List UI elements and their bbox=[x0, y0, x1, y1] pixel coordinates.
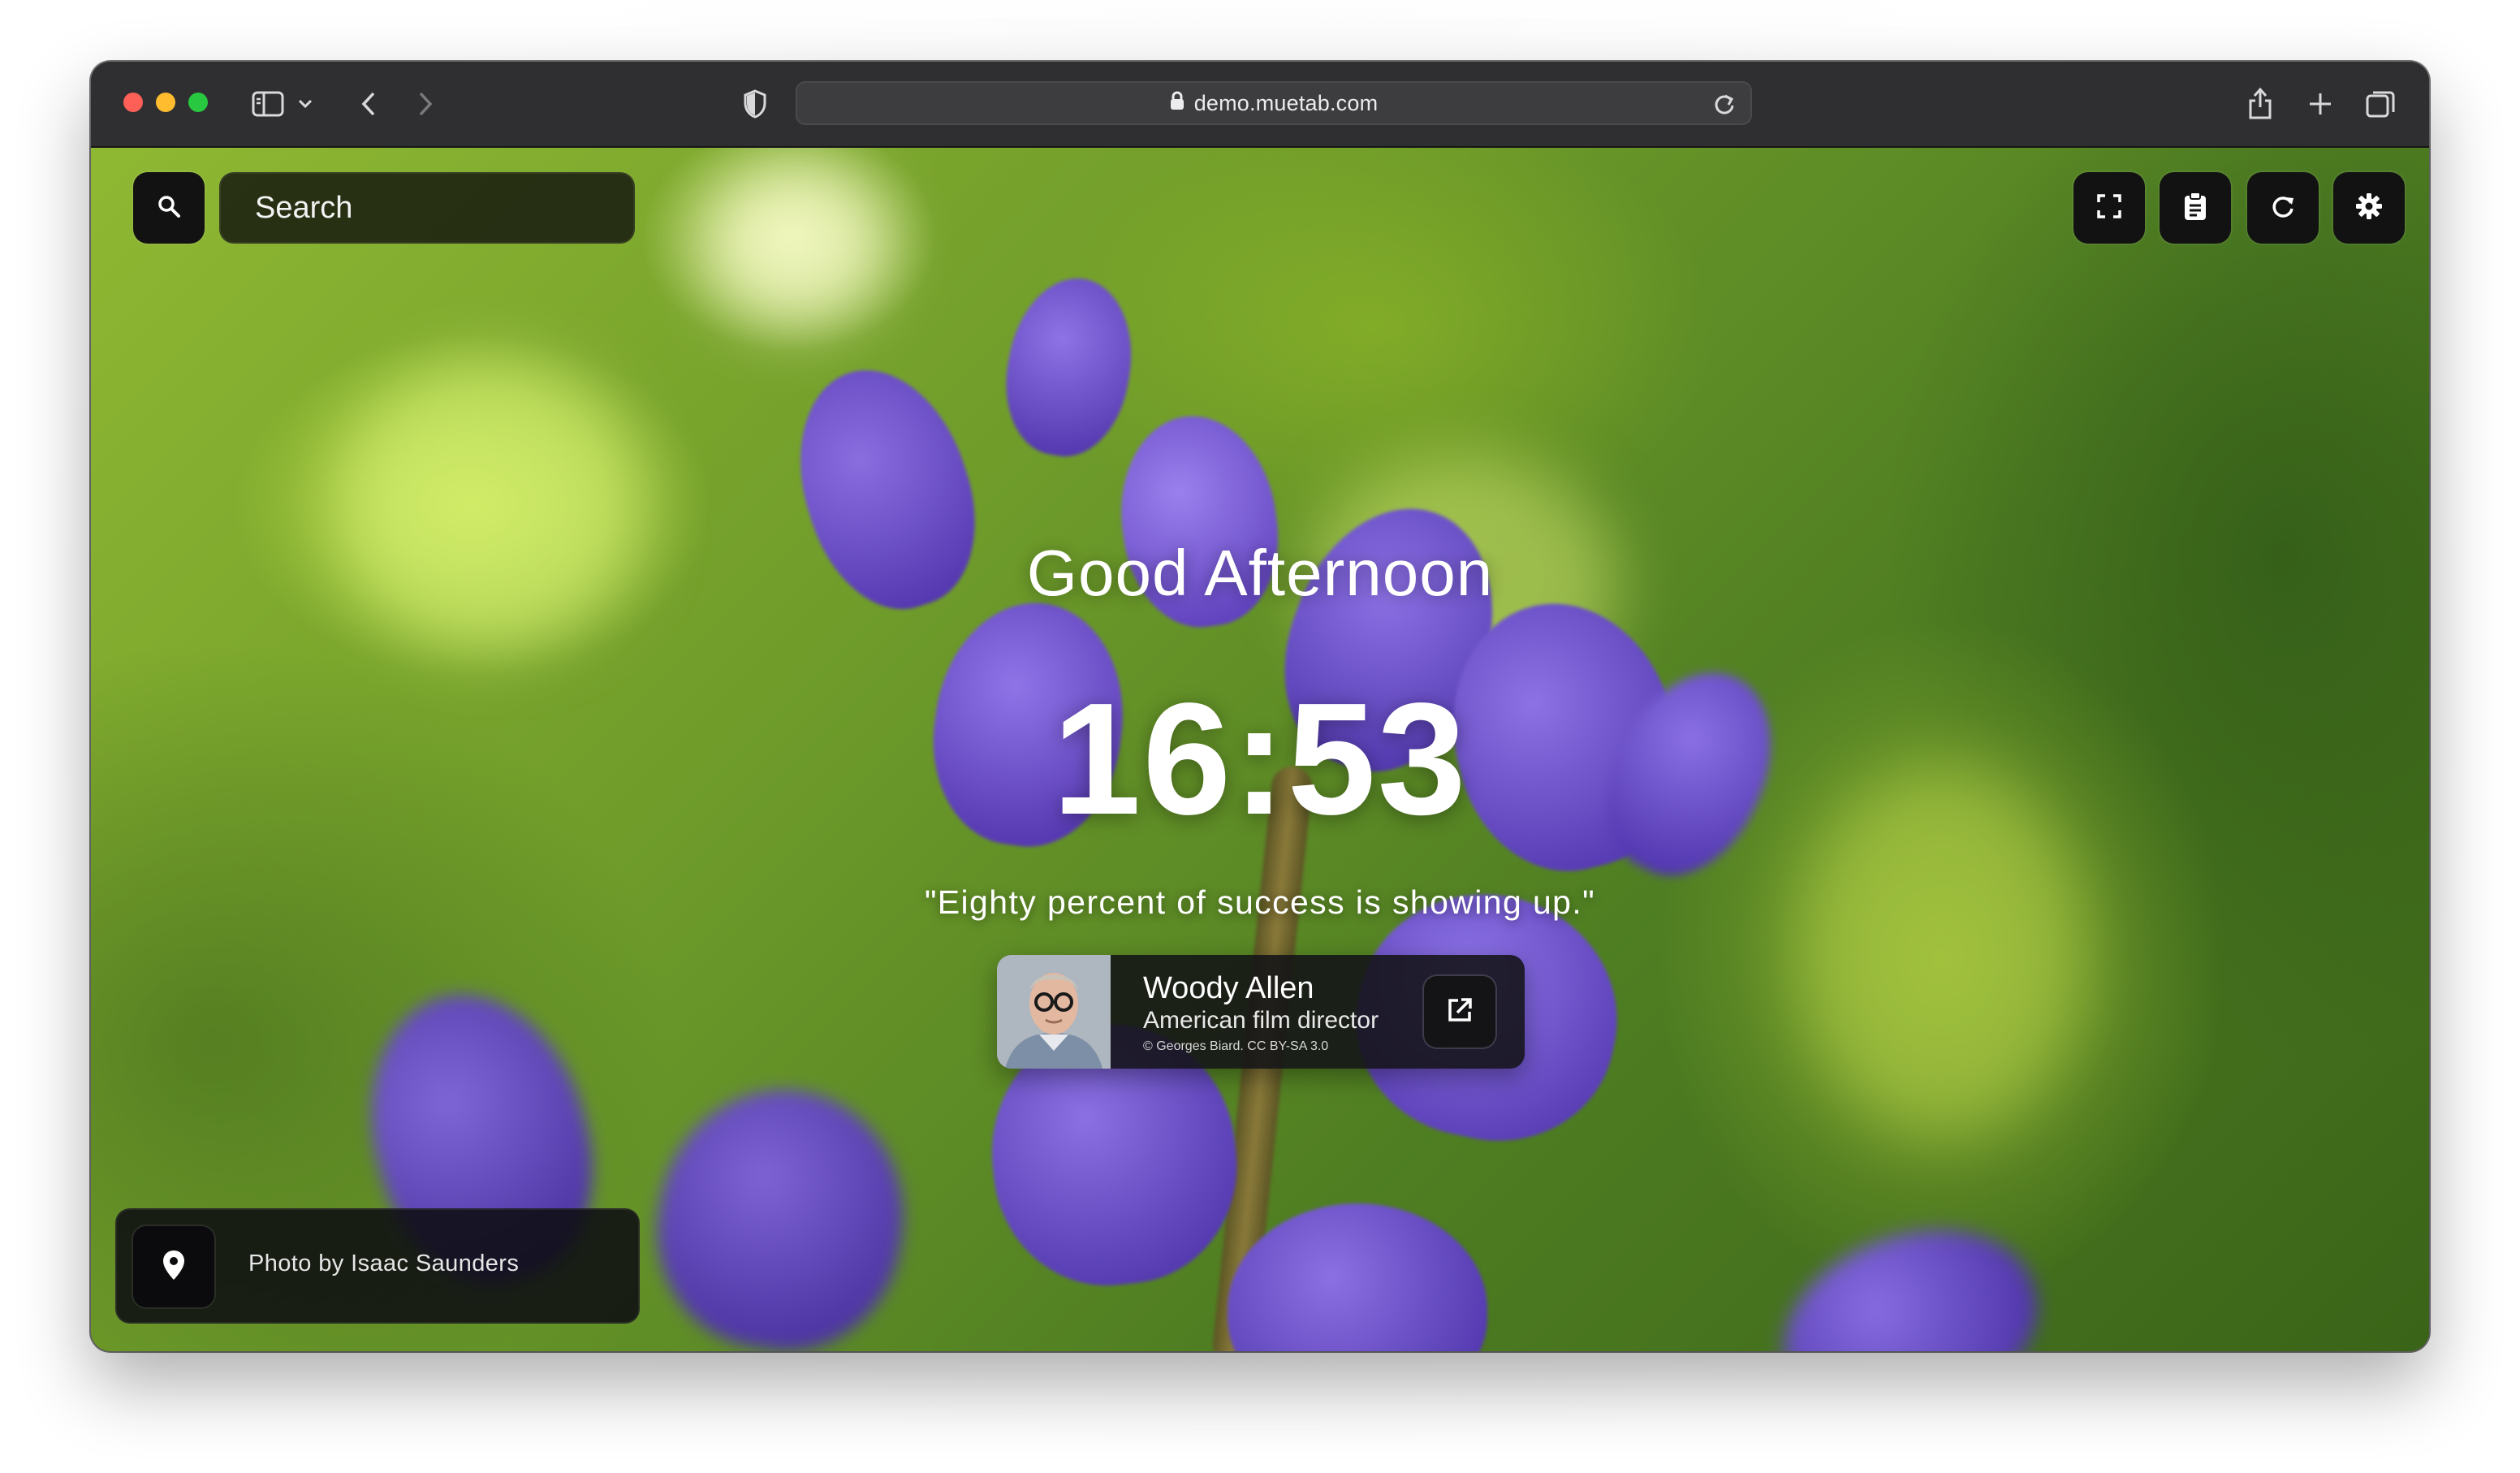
refresh-button[interactable] bbox=[2247, 172, 2319, 244]
fullscreen-button[interactable] bbox=[2073, 172, 2145, 244]
clock: 16:53 bbox=[1052, 670, 1468, 848]
search-button[interactable] bbox=[133, 172, 205, 244]
forward-icon[interactable] bbox=[409, 88, 442, 120]
sidebar-toggle-icon[interactable] bbox=[250, 88, 286, 120]
flower-petal bbox=[1757, 1196, 2062, 1351]
quote-text: "Eighty percent of success is showing up… bbox=[924, 883, 1596, 921]
clipboard-icon bbox=[2183, 191, 2207, 225]
refresh-icon bbox=[2270, 193, 2296, 223]
flower-petal bbox=[994, 268, 1145, 466]
photo-credit-panel: Photo by Isaac Saunders bbox=[115, 1208, 640, 1324]
reload-icon[interactable] bbox=[1713, 93, 1736, 119]
fullscreen-icon bbox=[2096, 193, 2122, 223]
privacy-shield-icon[interactable] bbox=[737, 86, 773, 122]
address-url: demo.muetab.com bbox=[797, 83, 1750, 123]
map-pin-icon bbox=[162, 1249, 186, 1285]
flower-petal bbox=[638, 1070, 924, 1351]
url-text: demo.muetab.com bbox=[1193, 90, 1379, 115]
back-icon[interactable] bbox=[352, 88, 385, 120]
settings-button[interactable] bbox=[2333, 172, 2405, 244]
browser-window: demo.muetab.com Search Good Afternoon 16… bbox=[91, 62, 2429, 1351]
tab-overview-icon[interactable] bbox=[2362, 86, 2398, 122]
external-link-icon bbox=[1446, 996, 1474, 1028]
new-tab-icon[interactable] bbox=[2304, 88, 2337, 120]
quote-author-card: Woody Allen American film director © Geo… bbox=[997, 955, 1525, 1069]
author-name: Woody Allen bbox=[1143, 971, 1314, 1005]
flower-petal bbox=[1228, 1203, 1487, 1351]
address-bar[interactable]: demo.muetab.com bbox=[796, 81, 1752, 125]
author-photo-credit: © Georges Biard. CC BY-SA 3.0 bbox=[1143, 1039, 1329, 1053]
greeting-text: Good Afternoon bbox=[1026, 537, 1494, 609]
desktop-background: demo.muetab.com Search Good Afternoon 16… bbox=[0, 0, 2520, 1473]
background-bokeh bbox=[708, 164, 887, 326]
browser-toolbar: demo.muetab.com bbox=[91, 62, 2429, 148]
new-tab-page: Good Afternoon 16:53 "Eighty percent of … bbox=[91, 148, 2429, 1351]
location-button[interactable] bbox=[133, 1226, 214, 1307]
photo-credit-text: Photo by Isaac Saunders bbox=[248, 1251, 520, 1276]
lock-icon bbox=[1170, 91, 1184, 116]
author-role: American film director bbox=[1143, 1007, 1379, 1034]
share-icon[interactable] bbox=[2244, 84, 2276, 122]
notes-button[interactable] bbox=[2160, 172, 2231, 244]
author-photo bbox=[997, 955, 1111, 1069]
close-window-button[interactable] bbox=[123, 93, 143, 112]
minimize-window-button[interactable] bbox=[156, 93, 175, 112]
zoom-window-button[interactable] bbox=[188, 93, 208, 112]
gear-icon bbox=[2355, 192, 2383, 224]
search-input[interactable] bbox=[219, 172, 635, 244]
search-icon bbox=[157, 194, 181, 222]
author-link-button[interactable] bbox=[1424, 976, 1495, 1048]
chevron-down-icon[interactable] bbox=[296, 94, 315, 114]
